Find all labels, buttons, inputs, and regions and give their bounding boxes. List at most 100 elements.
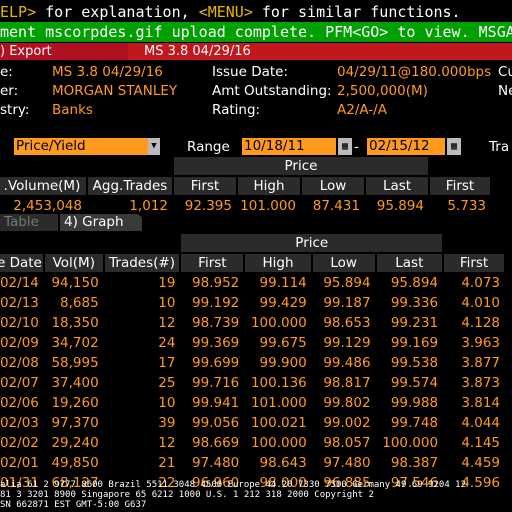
trades-table: Price e Date Vol(M) Trades(#) First High… bbox=[0, 232, 506, 494]
table-row[interactable]: 02/06 19,260 10 99.941 101.000 99.802 99.988 3.… bbox=[0, 394, 504, 412]
help-key[interactable]: ELP> bbox=[0, 3, 36, 21]
table-cell: 99.192 bbox=[192, 295, 240, 311]
chevron-down-icon[interactable]: ▼ bbox=[148, 138, 160, 155]
calendar-icon[interactable]: ▦ bbox=[447, 138, 461, 155]
info-label: er: bbox=[0, 83, 19, 99]
table-cell: 02/08 bbox=[0, 355, 39, 371]
export-button[interactable]: ) Export bbox=[0, 43, 128, 60]
summary-cell: 5.733 bbox=[447, 198, 486, 214]
info-label: Ne bbox=[498, 83, 512, 99]
table-row[interactable]: 02/14 94,150 19 98.952 99.114 95.894 95.894 4.0… bbox=[0, 274, 504, 292]
table-cell: 19 bbox=[158, 275, 176, 291]
info-value: 04/29/11@180.000bps bbox=[337, 64, 492, 80]
table-cell: 97,370 bbox=[51, 415, 99, 431]
info-label: stry: bbox=[0, 102, 30, 118]
table-cell: 100.000 bbox=[382, 435, 439, 451]
trades-header: e Date bbox=[0, 254, 43, 272]
table-row[interactable]: 02/07 37,400 25 99.716 100.136 98.817 99.574 3.… bbox=[0, 374, 504, 392]
table-cell: 100.136 bbox=[250, 375, 307, 391]
table-cell: 99.802 bbox=[323, 395, 371, 411]
table-cell: 4.010 bbox=[461, 295, 500, 311]
table-row[interactable]: 02/08 58,995 17 99.699 99.900 99.486 99.538 3.8… bbox=[0, 354, 504, 372]
info-value: Banks bbox=[52, 102, 93, 118]
tab-graph[interactable]: 4) Graph bbox=[60, 214, 142, 231]
range-label: Range bbox=[187, 139, 230, 155]
table-cell: 37,400 bbox=[51, 375, 99, 391]
table-cell: 99.900 bbox=[259, 355, 307, 371]
table-cell: 98.387 bbox=[390, 455, 439, 471]
table-cell: 98.669 bbox=[192, 435, 240, 451]
trades-header: Last bbox=[376, 254, 443, 272]
table-cell: 17 bbox=[158, 355, 176, 371]
table-cell: 99.129 bbox=[323, 335, 371, 351]
table-cell: 97.480 bbox=[323, 455, 371, 471]
table-cell: 99.574 bbox=[390, 375, 439, 391]
table-cell: 18,350 bbox=[51, 315, 99, 331]
table-cell: 101.000 bbox=[250, 395, 307, 411]
table-cell: 10 bbox=[158, 395, 176, 411]
end-date-field[interactable]: 02/15/12 bbox=[367, 138, 445, 155]
tab-table[interactable]: Table bbox=[0, 214, 58, 231]
table-cell: 3.873 bbox=[461, 375, 500, 391]
table-cell: 95.894 bbox=[323, 275, 371, 291]
calendar-icon[interactable]: ▦ bbox=[338, 138, 352, 155]
table-row[interactable]: 02/09 34,702 24 99.369 99.675 99.129 99.169 3.9… bbox=[0, 334, 504, 352]
table-cell: 4.044 bbox=[461, 415, 500, 431]
menu-text: for similar functions. bbox=[252, 3, 461, 21]
table-cell: 99.429 bbox=[259, 295, 307, 311]
table-row[interactable]: 02/10 18,350 12 98.739 100.000 98.653 99.231 4.… bbox=[0, 314, 504, 332]
table-cell: 21 bbox=[158, 455, 176, 471]
table-row[interactable]: 02/02 29,240 12 98.669 100.000 98.057 100.000 4… bbox=[0, 434, 504, 452]
summary-header: First bbox=[174, 177, 236, 195]
summary-table: Price .Volume(M) Agg.Trades First High L… bbox=[0, 155, 492, 217]
help-text: for explanation, bbox=[36, 3, 199, 21]
mode-dropdown[interactable]: Price/Yield bbox=[14, 138, 148, 155]
toolbar: ) Export MS 3.8 04/29/16 bbox=[0, 43, 512, 60]
info-label: Rating: bbox=[212, 102, 261, 118]
table-row[interactable]: 02/01 49,850 21 97.480 98.643 97.480 98.387 4.4… bbox=[0, 454, 504, 472]
table-cell: 99.369 bbox=[192, 335, 240, 351]
table-cell: 02/09 bbox=[0, 335, 39, 351]
trades-header: Trades(#) bbox=[104, 254, 180, 272]
footer-line: 81 3 3201 8900 Singapore 65 6212 1000 U.… bbox=[0, 490, 374, 500]
security-title: MS 3.8 04/29/16 bbox=[128, 43, 512, 60]
table-cell: 12 bbox=[158, 435, 176, 451]
table-cell: 99.002 bbox=[323, 415, 371, 431]
table-cell: 99.231 bbox=[390, 315, 439, 331]
summary-header: Last bbox=[366, 177, 428, 195]
footer-line: SN 662871 EST GMT-5:00 G637 bbox=[0, 500, 147, 510]
table-cell: 29,240 bbox=[51, 435, 99, 451]
table-cell: 02/07 bbox=[0, 375, 39, 391]
trade-label: Tra bbox=[489, 139, 510, 155]
table-cell: 02/10 bbox=[0, 315, 39, 331]
alert-message[interactable]: ment mscorpdes.gif upload complete. PFM<… bbox=[0, 22, 512, 42]
info-label: Cu bbox=[498, 64, 512, 80]
table-cell: 99.699 bbox=[192, 355, 240, 371]
summary-header: Low bbox=[302, 177, 364, 195]
table-cell: 99.187 bbox=[323, 295, 371, 311]
table-cell: 98.057 bbox=[323, 435, 371, 451]
menu-key[interactable]: <MENU> bbox=[199, 3, 253, 21]
table-cell: 99.169 bbox=[390, 335, 439, 351]
table-row[interactable]: 02/13 8,685 10 99.192 99.429 99.187 99.336 4.01… bbox=[0, 294, 504, 312]
table-cell: 39 bbox=[158, 415, 176, 431]
table-cell: 99.988 bbox=[390, 395, 439, 411]
summary-cell: 101.000 bbox=[240, 198, 296, 214]
table-cell: 19,260 bbox=[51, 395, 99, 411]
table-cell: 99.941 bbox=[192, 395, 240, 411]
summary-header: First bbox=[430, 177, 490, 195]
footer-line: alia 61 2 9777 8600 Brazil 5511 3048 450… bbox=[0, 480, 466, 490]
table-row[interactable]: 02/03 97,370 39 99.056 100.021 99.002 99.748 4.… bbox=[0, 414, 504, 432]
info-value: A2/A-/A bbox=[337, 102, 387, 118]
info-value: MS 3.8 04/29/16 bbox=[52, 64, 163, 80]
table-cell: 98.817 bbox=[323, 375, 371, 391]
table-cell: 98.739 bbox=[192, 315, 240, 331]
table-cell: 12 bbox=[158, 315, 176, 331]
table-cell: 3.963 bbox=[461, 335, 500, 351]
info-label: Amt Outstanding: bbox=[212, 83, 332, 99]
info-value: 2,500,000(M) bbox=[337, 83, 428, 99]
start-date-field[interactable]: 10/18/11 bbox=[242, 138, 336, 155]
table-cell: 99.675 bbox=[259, 335, 307, 351]
trades-header: High bbox=[245, 254, 311, 272]
table-cell: 02/06 bbox=[0, 395, 39, 411]
